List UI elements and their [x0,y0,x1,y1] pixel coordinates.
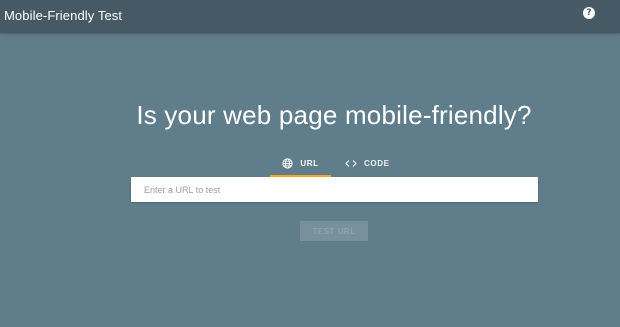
page-headline: Is your web page mobile-friendly? [136,100,532,130]
app-title: Mobile-Friendly Test [4,8,123,23]
help-icon[interactable]: ? [583,7,595,19]
test-url-button[interactable]: TEST URL [300,221,368,241]
code-brackets-icon [345,159,357,168]
url-input[interactable] [131,177,538,202]
globe-icon [282,158,293,169]
top-app-bar: Mobile-Friendly Test ? [0,0,620,33]
tab-url-label: URL [300,159,319,168]
tab-code[interactable]: CODE [345,152,390,175]
tab-code-label: CODE [364,159,390,168]
url-input-container [131,177,538,202]
tab-url[interactable]: URL [270,152,331,177]
